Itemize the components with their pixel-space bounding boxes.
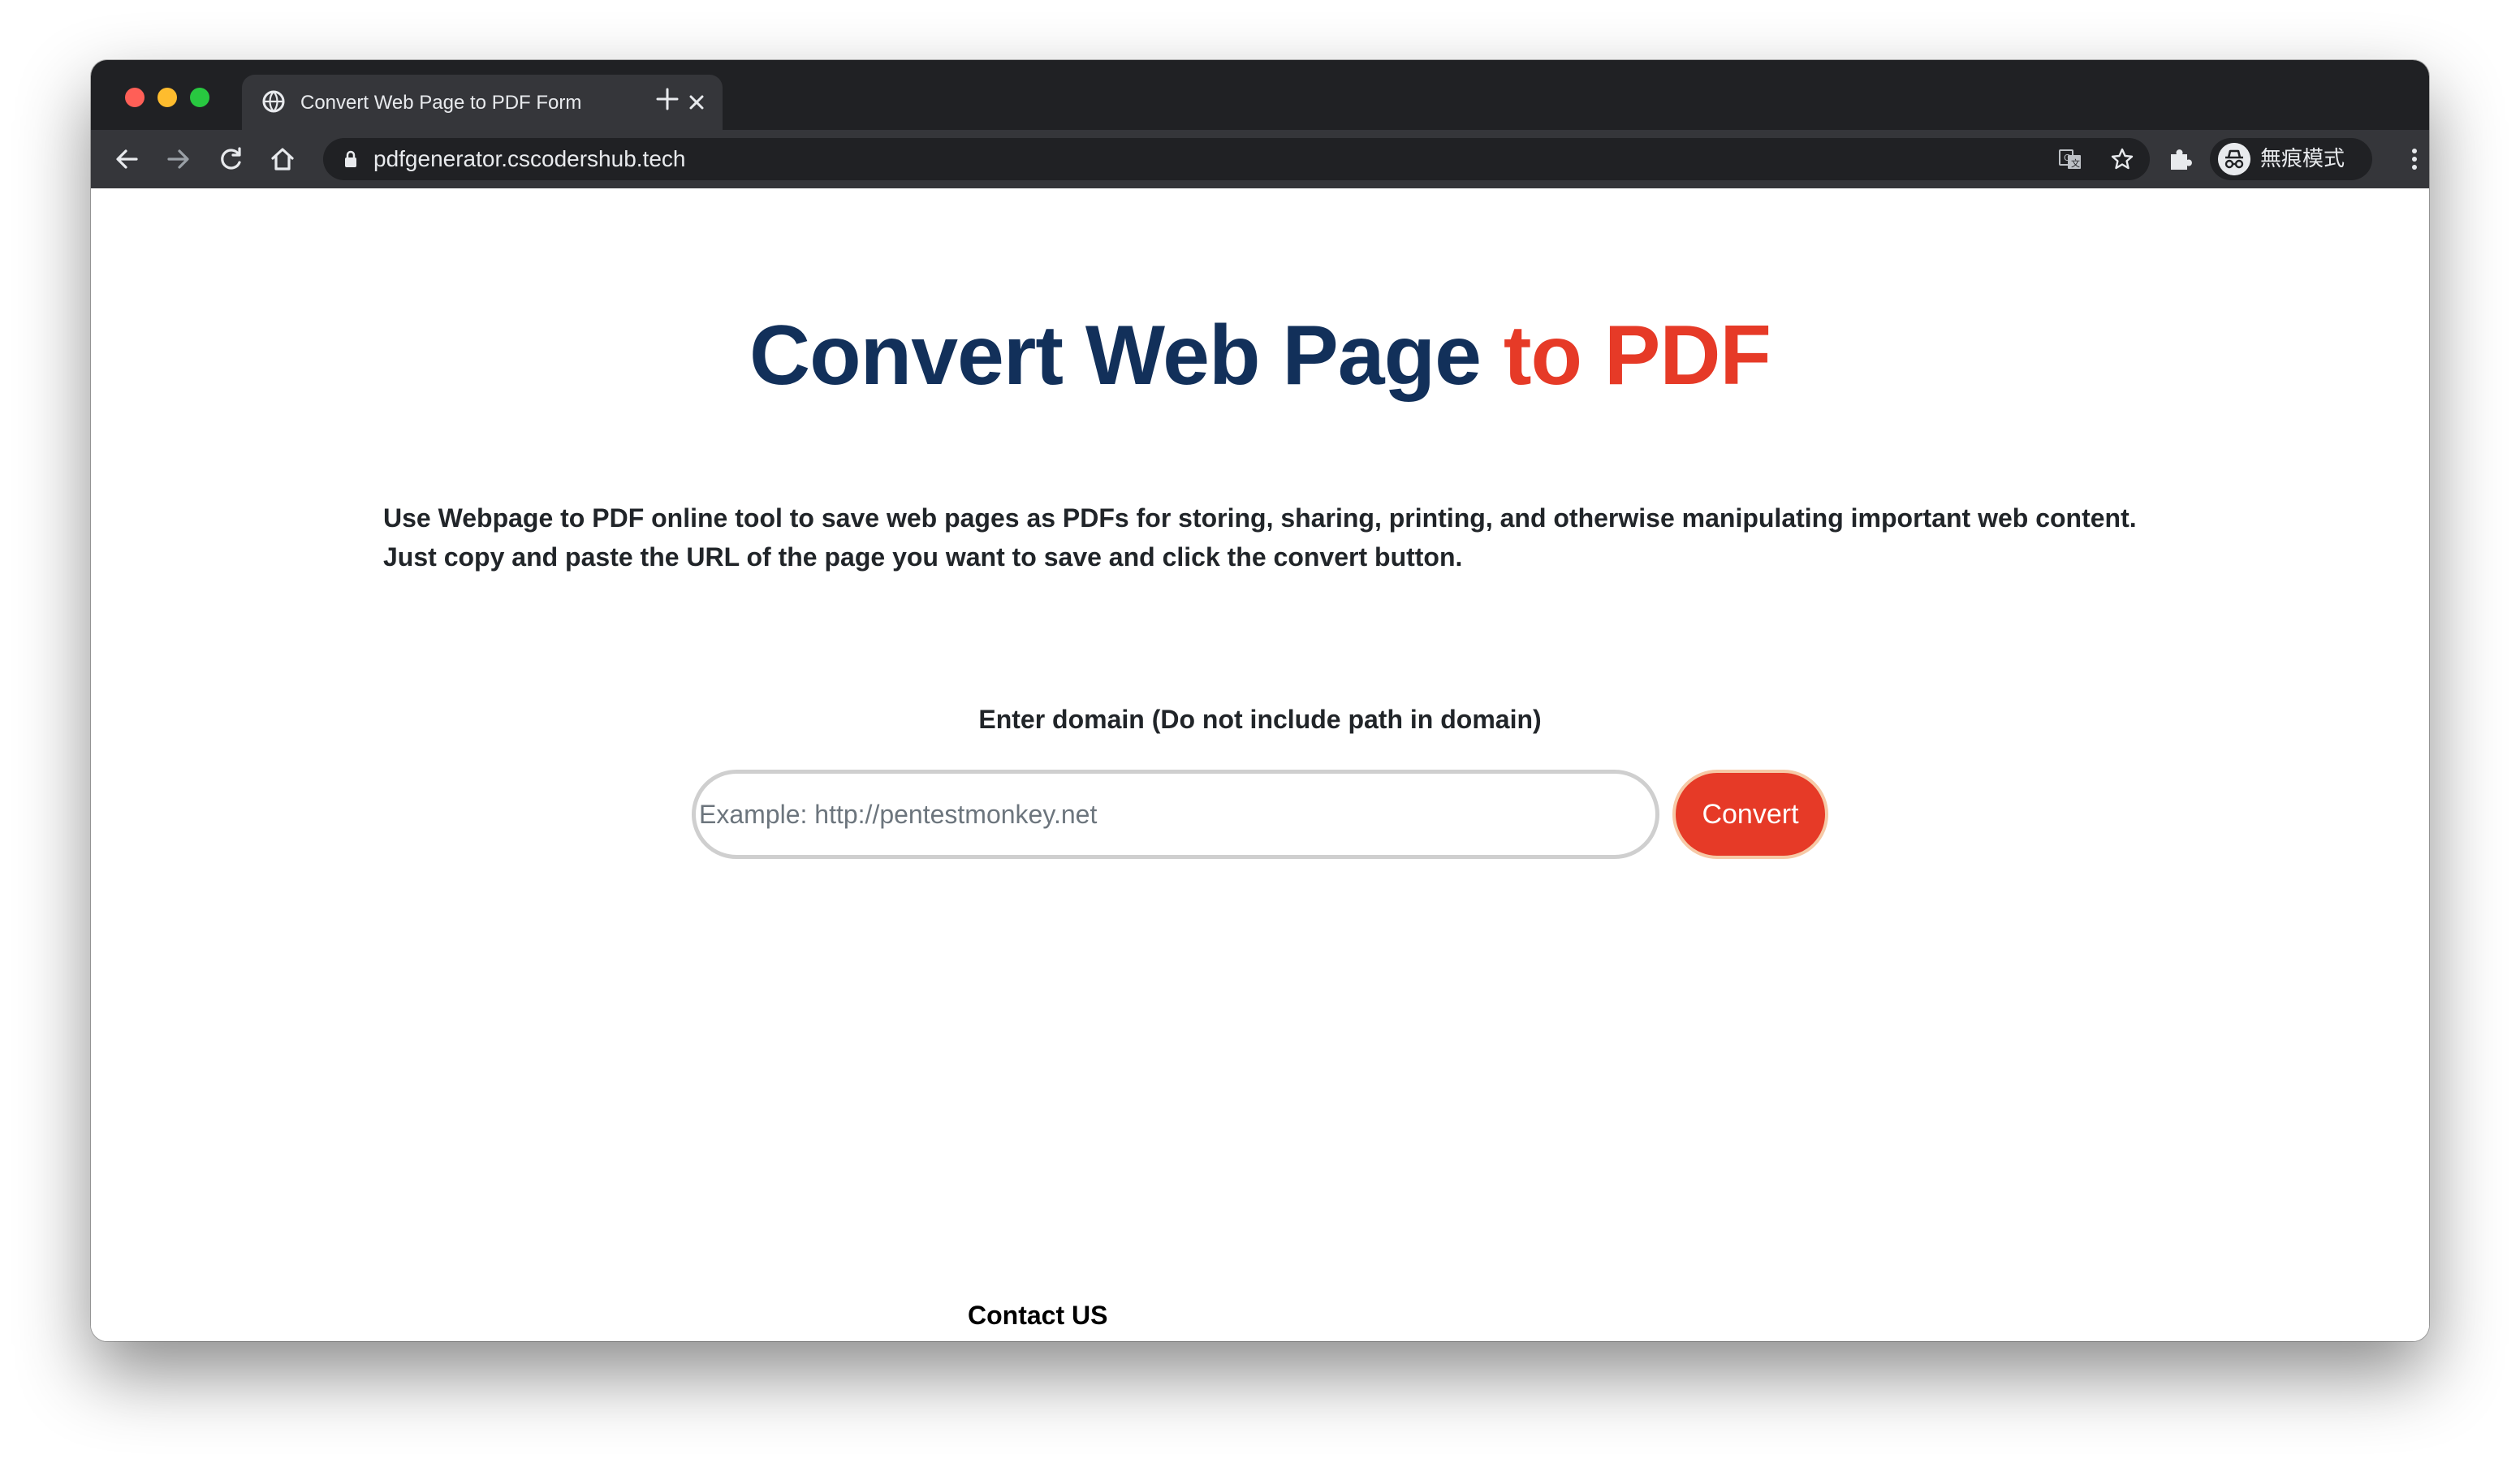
star-icon[interactable] [2109,146,2135,172]
profile-label: 無痕模式 [2260,147,2345,171]
incognito-icon [2218,143,2250,175]
contact-us-link[interactable]: Contact US [968,1297,1292,1333]
puzzle-icon[interactable] [2166,145,2195,174]
minimize-window-button[interactable] [158,88,177,107]
intro-text: Use Webpage to PDF online tool to save w… [383,503,2137,572]
home-icon[interactable] [268,145,297,174]
lock-icon[interactable] [341,149,360,169]
browser-window: Convert Web Page to PDF Form pdfgenerato… [91,60,2429,1341]
tab-active[interactable]: Convert Web Page to PDF Form [242,75,723,130]
page-title: Convert Web Page to PDF [91,307,2429,404]
page-title-main: Convert Web Page [749,309,1504,403]
plus-icon[interactable] [654,86,680,112]
globe-icon [262,90,285,113]
close-window-button[interactable] [125,88,145,107]
address-bar[interactable]: pdfgenerator.cscodershub.tech G 文 [323,138,2150,180]
maximize-window-button[interactable] [190,88,209,107]
incognito-profile-button[interactable]: 無痕模式 [2210,138,2372,180]
svg-text:G: G [2064,153,2071,163]
kebab-menu-icon[interactable] [2400,145,2429,174]
translate-icon[interactable]: G 文 [2057,146,2083,172]
domain-label: Enter domain (Do not include path in dom… [978,705,1542,734]
domain-input[interactable] [692,770,1659,859]
convert-button[interactable]: Convert [1672,770,1828,859]
browser-toolbar: pdfgenerator.cscodershub.tech G 文 無痕模式 [91,130,2429,188]
close-icon[interactable] [685,91,708,114]
svg-text:文: 文 [2071,158,2080,169]
reload-icon[interactable] [216,145,245,174]
page-title-accent: to PDF [1503,309,1771,403]
arrow-right-icon[interactable] [164,145,193,174]
tab-strip: Convert Web Page to PDF Form [91,60,2429,130]
arrow-left-icon[interactable] [112,145,141,174]
page-content: Convert Web Page to PDF Use Webpage to P… [91,188,2429,1341]
url-text[interactable]: pdfgenerator.cscodershub.tech [373,146,685,172]
tab-title: Convert Web Page to PDF Form [300,92,582,114]
